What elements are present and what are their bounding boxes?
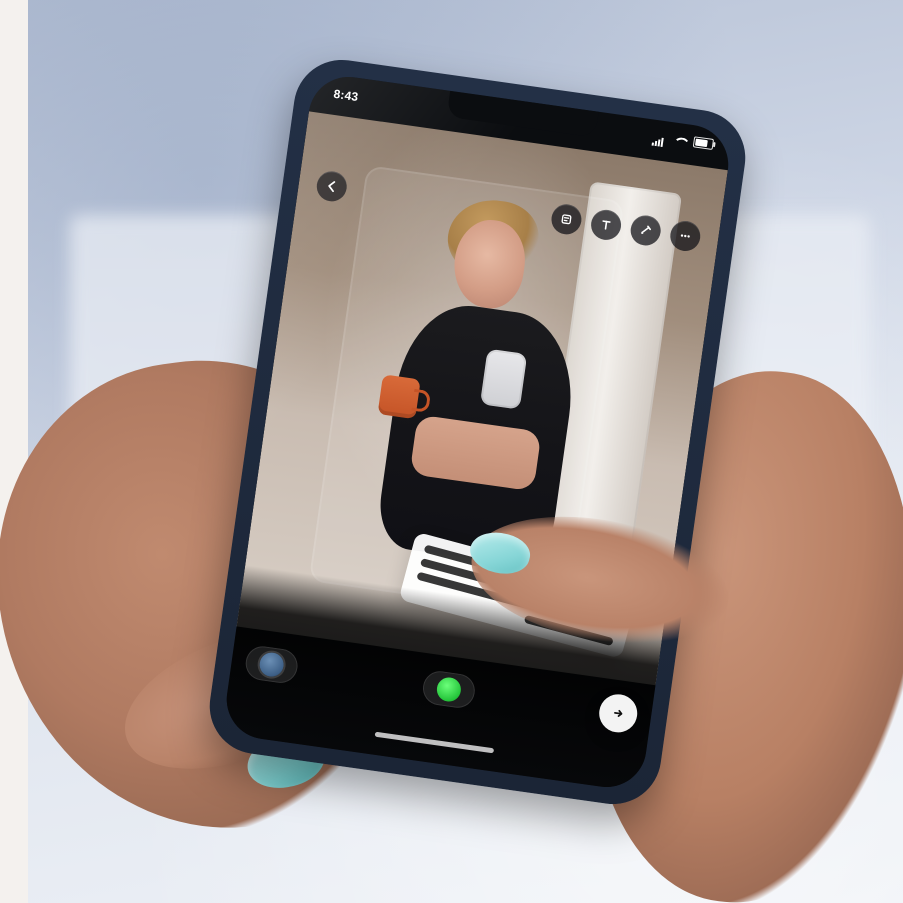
draw-icon: [641, 225, 652, 234]
phone: 8:43: [203, 53, 752, 811]
selfie-phone: [479, 348, 528, 410]
home-indicator: [374, 731, 494, 754]
text-button[interactable]: [589, 207, 624, 242]
share-row: [243, 642, 640, 735]
phone-wrap: 8:43: [203, 53, 752, 811]
back-icon: [328, 181, 336, 193]
stickers-icon: [561, 214, 572, 225]
draw-button[interactable]: [628, 213, 663, 248]
wifi-icon: [673, 134, 687, 146]
send-button[interactable]: [596, 691, 640, 735]
send-icon: [614, 709, 623, 717]
back-button[interactable]: [314, 169, 349, 204]
close-friends-icon: [434, 675, 462, 704]
more-button[interactable]: [668, 219, 703, 253]
text-icon: [602, 220, 611, 230]
signal-icon: [651, 131, 667, 147]
close-friends-button[interactable]: [420, 669, 477, 710]
status-icons: [651, 131, 715, 150]
avatar-icon: [258, 651, 286, 679]
battery-icon: [692, 136, 715, 150]
more-icon: [680, 234, 690, 238]
stickers-button[interactable]: [549, 202, 584, 237]
mug: [377, 374, 421, 420]
your-story-button[interactable]: [243, 644, 300, 686]
scene: 8:43: [0, 0, 903, 903]
status-time: 8:43: [332, 86, 360, 105]
